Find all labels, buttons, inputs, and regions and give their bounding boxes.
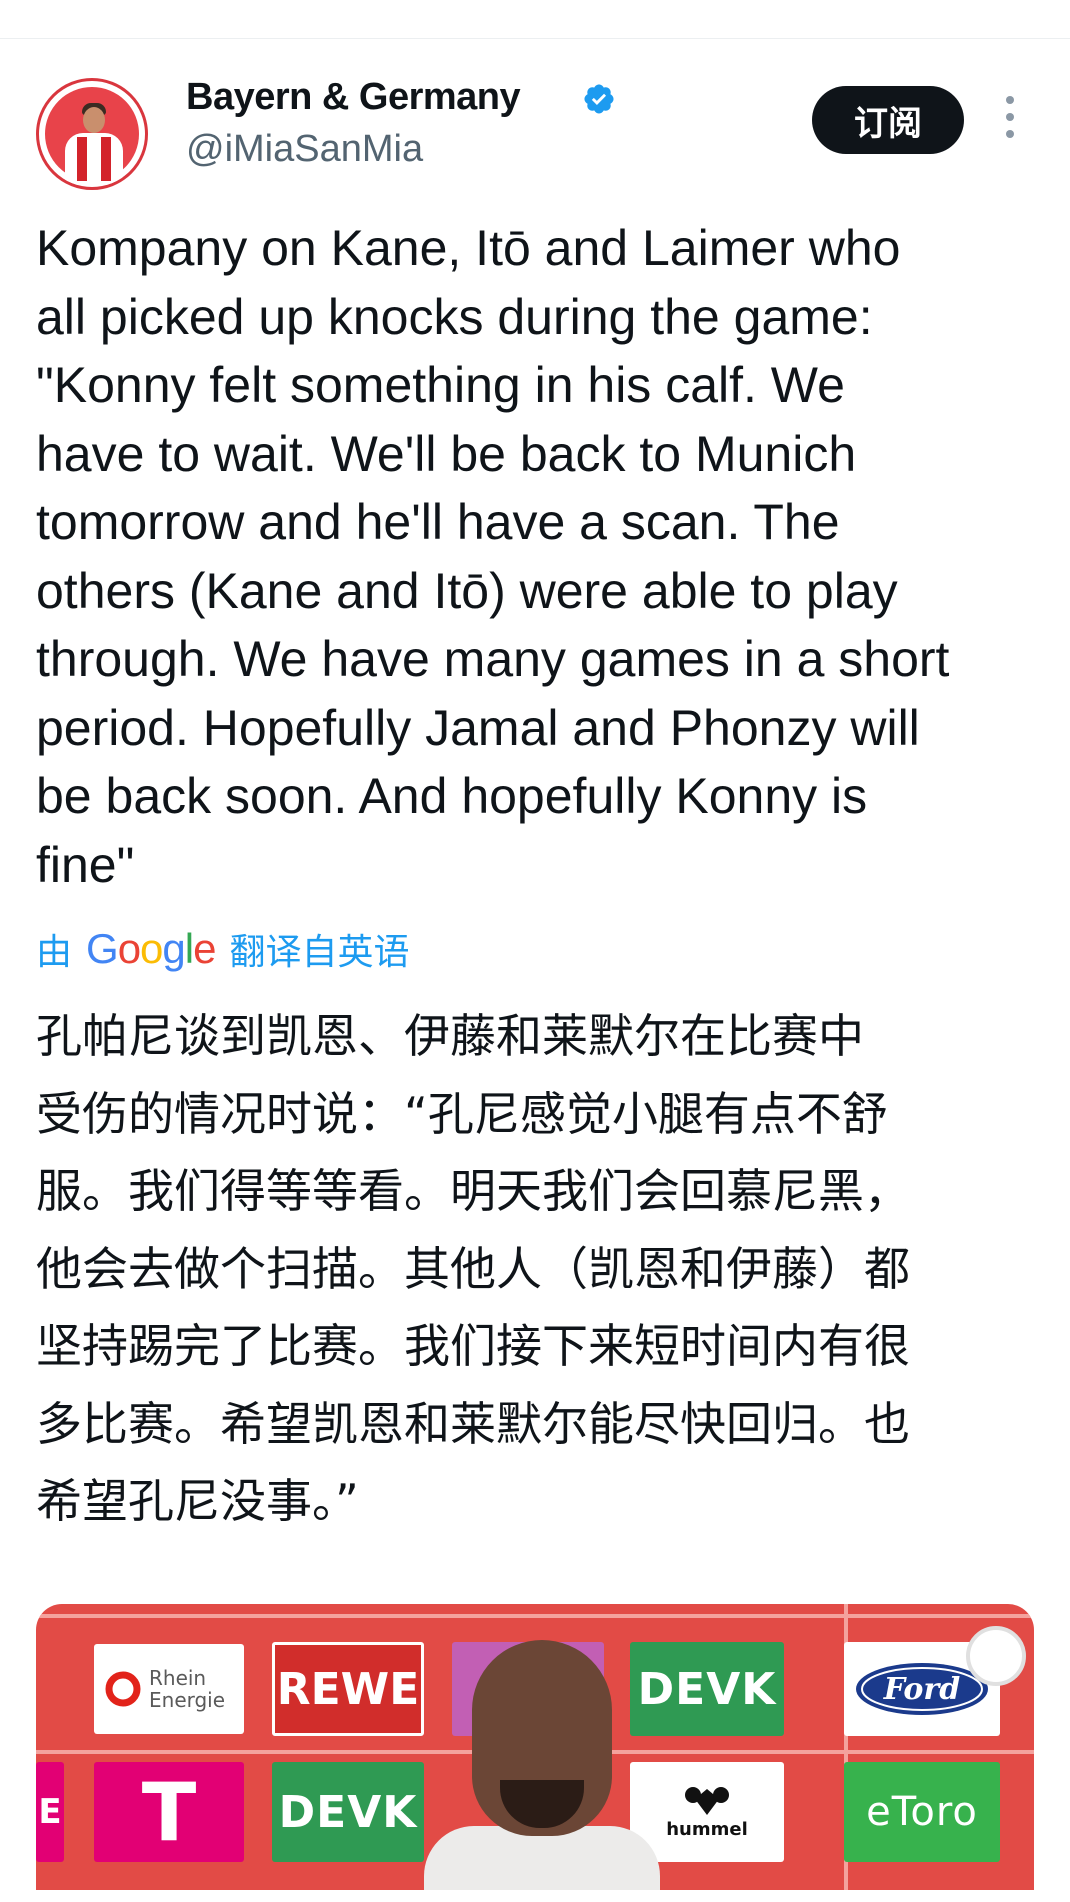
translated-text-line: 服。我们得等等看。明天我们会回慕尼黑，: [36, 1164, 910, 1218]
translated-text-line: 孔帕尼谈到凯恩、伊藤和莱默尔在比赛中: [36, 1009, 864, 1063]
bayern-crest-icon: [966, 1626, 1026, 1686]
sponsor-partial-e: E: [36, 1762, 64, 1862]
translated-text-line: 坚持踢完了比赛。我们接下来短时间内有很: [36, 1319, 910, 1373]
tweet-text-line: period. Hopefully Jamal and Phonzy will: [36, 699, 920, 756]
top-divider: [0, 38, 1070, 39]
translated-text: 孔帕尼谈到凯恩、伊藤和莱默尔在比赛中 受伤的情况时说：“孔尼感觉小腿有点不舒 服…: [36, 998, 1046, 1541]
sponsor-rewe: REWE: [272, 1642, 424, 1736]
translate-suffix: 翻译自英语: [229, 932, 410, 973]
tweet-text-line: have to wait. We'll be back to Munich: [36, 425, 857, 482]
verified-badge-icon: [584, 84, 614, 114]
sponsor-rhein-energie: Rhein Energie: [94, 1644, 244, 1734]
subscribe-button[interactable]: 订阅: [812, 86, 964, 154]
translated-text-line: 受伤的情况时说：“孔尼感觉小腿有点不舒: [36, 1086, 888, 1141]
tweet-text-line: be back soon. And hopefully Konny is: [36, 768, 868, 824]
tweet-text-line: others (Kane and Itō) were able to play: [36, 562, 898, 619]
author-handle[interactable]: @iMiaSanMia: [186, 128, 423, 171]
sponsor-telekom: T: [94, 1762, 244, 1862]
sponsor-hummel: hummel: [630, 1762, 784, 1862]
google-logo: Google: [86, 925, 216, 972]
sponsor-rhein-label: Rhein Energie: [149, 1666, 226, 1712]
tweet-text-line: Kompany on Kane, Itō and Laimer who: [36, 220, 901, 276]
tweet-text-line: tomorrow and he'll have a scan. The: [36, 494, 840, 550]
sponsor-devk-2: DEVK: [272, 1762, 424, 1862]
author-avatar[interactable]: [36, 78, 148, 190]
translated-by-google-link[interactable]: 由 Google 翻译自英语: [36, 925, 410, 973]
tweet-text-line: all picked up knocks during the game:: [36, 288, 873, 345]
tweet-text-line: through. We have many games in a short: [36, 631, 950, 687]
sponsor-hummel-label: hummel: [666, 1818, 748, 1840]
sponsor-devk: DEVK: [630, 1642, 784, 1736]
tweet-text-line: fine": [36, 836, 135, 893]
author-display-name[interactable]: Bayern & Germany: [186, 76, 521, 119]
translated-text-line: 他会去做个扫描。其他人（凯恩和伊藤）都: [36, 1241, 910, 1296]
tweet-text-line: "Konny felt something in his calf. We: [36, 357, 845, 413]
speaker-figure: [424, 1640, 660, 1890]
translated-text-line: 希望孔尼没事。”: [36, 1474, 359, 1528]
tweet-text: Kompany on Kane, Itō and Laimer who all …: [36, 214, 1046, 899]
more-options-icon[interactable]: [998, 96, 1022, 146]
translated-text-line: 多比赛。希望凯恩和莱默尔能尽快回归。也: [36, 1396, 910, 1451]
sponsor-ford-label: Ford: [883, 1672, 960, 1707]
translate-prefix: 由: [36, 932, 73, 973]
tweet-media-image[interactable]: Rhein Energie REWE DEVK Ford E T DEVK hu…: [36, 1604, 1034, 1890]
sponsor-etoro: eToro: [844, 1762, 1000, 1862]
